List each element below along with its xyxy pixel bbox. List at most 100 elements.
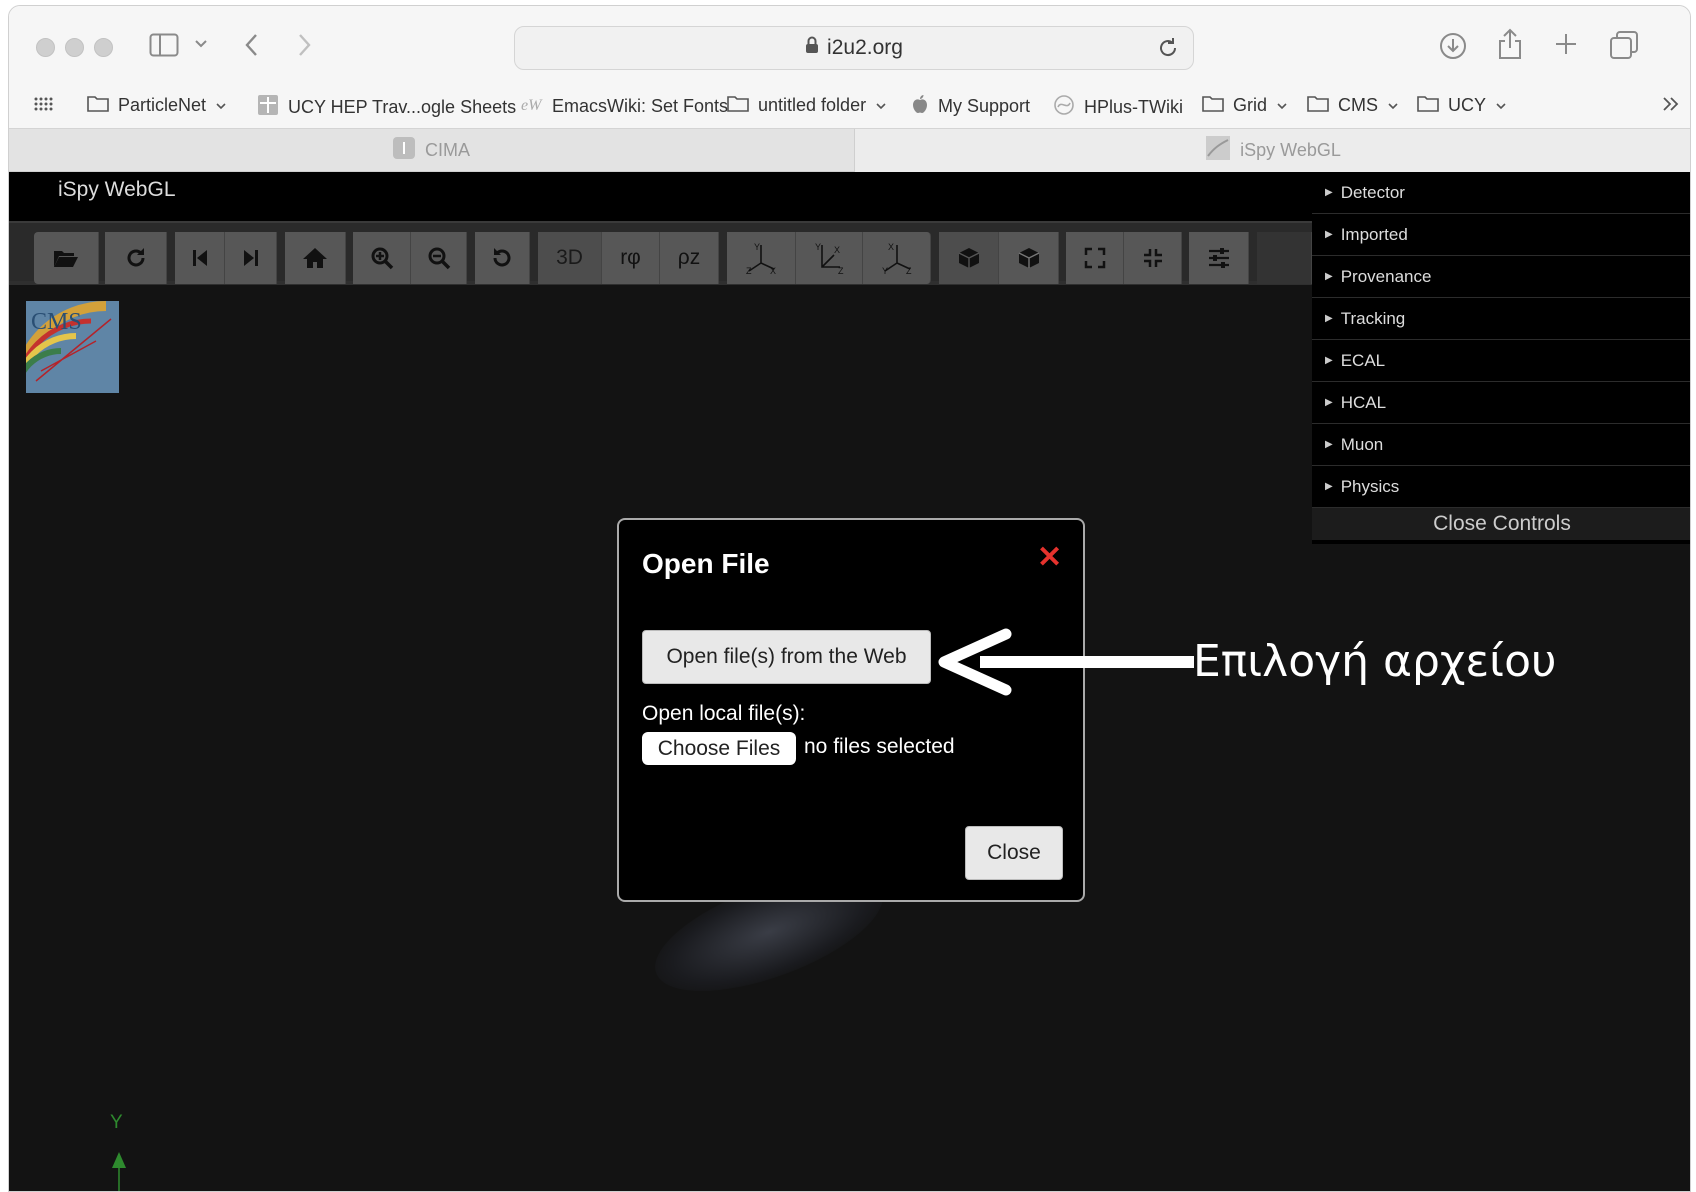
toolbar-overflow-button[interactable] (1257, 232, 1312, 284)
choose-files-button[interactable]: Choose Files (642, 732, 796, 765)
svg-text:Y: Y (815, 242, 821, 252)
section-label: Physics (1340, 476, 1400, 496)
expand-icon (1084, 247, 1106, 269)
controls-section-physics[interactable]: ▶ Physics (1312, 466, 1690, 508)
chevron-down-icon[interactable] (193, 36, 209, 52)
view-xy-axis-button[interactable]: Y Z X (727, 232, 796, 284)
settings-button[interactable] (1189, 232, 1249, 284)
view-xz-axis-button[interactable]: X Y Z (863, 232, 931, 284)
controls-panel: ▶ Detector ▶ Imported ▶ Provenance ▶ Trackin… (1312, 172, 1690, 544)
bookmark-emacswiki[interactable]: eW EmacsWiki: Set Fonts (521, 94, 728, 119)
new-tab-icon[interactable] (1554, 32, 1578, 56)
tab-label: iSpy WebGL (1240, 140, 1341, 160)
compress-icon (1142, 247, 1164, 269)
axes-xz-icon: X Y Z (880, 241, 914, 275)
controls-section-ecal[interactable]: ▶ ECAL (1312, 340, 1690, 382)
svg-text:Z: Z (746, 266, 752, 275)
home-button[interactable] (285, 232, 346, 284)
reload-event-button[interactable] (105, 232, 167, 284)
zoom-out-button[interactable] (411, 232, 467, 284)
bookmark-ucy-hep[interactable]: UCY HEP Trav...ogle Sheets (257, 94, 516, 121)
sidebar-toggle-icon[interactable] (149, 32, 179, 58)
share-icon[interactable] (1497, 28, 1523, 60)
bookmark-label: CMS (1338, 95, 1378, 115)
triangle-right-icon: ▶ (1325, 397, 1333, 408)
home-icon (302, 247, 328, 269)
controls-section-provenance[interactable]: ▶ Provenance (1312, 256, 1690, 298)
section-label: Muon (1340, 434, 1384, 454)
sliders-icon (1207, 247, 1231, 269)
controls-section-tracking[interactable]: ▶ Tracking (1312, 298, 1690, 340)
forward-icon[interactable] (294, 32, 314, 58)
section-label: Provenance (1340, 266, 1432, 286)
tab-cima[interactable]: CIMA (9, 129, 854, 172)
address-bar[interactable]: i2u2.org (514, 26, 1194, 70)
folder-icon (1202, 94, 1224, 117)
sheets-icon (257, 94, 279, 121)
open-file-button[interactable] (34, 232, 99, 284)
controls-section-hcal[interactable]: ▶ HCAL (1312, 382, 1690, 424)
tab-label: CIMA (425, 140, 470, 160)
bookmark-label: ParticleNet (118, 95, 207, 115)
section-label: Detector (1340, 182, 1405, 202)
file-selection-status: no files selected (804, 735, 955, 758)
back-icon[interactable] (242, 32, 262, 58)
next-event-button[interactable] (225, 232, 277, 284)
exit-fullscreen-button[interactable] (1124, 232, 1182, 284)
site-icon: eW (521, 94, 543, 119)
bookmark-label: Grid (1233, 95, 1268, 115)
tab-ispy-webgl[interactable]: iSpy WebGL (854, 129, 1690, 172)
tab-bar: CIMA iSpy WebGL (9, 128, 1690, 172)
apps-grid-icon[interactable] (33, 96, 53, 112)
dialog-close-button[interactable]: Close (965, 826, 1063, 880)
more-bookmarks-icon[interactable] (1661, 94, 1681, 114)
zoom-in-icon (370, 246, 394, 270)
bookmark-hplus-twiki[interactable]: HPlus-TWiki (1053, 94, 1183, 121)
bookmark-particlenet[interactable]: ParticleNet (87, 94, 227, 117)
perspective-button[interactable] (939, 232, 999, 284)
tab-favicon-icon (393, 137, 415, 164)
bookmark-my-support[interactable]: My Support (911, 94, 1030, 119)
folder-icon (87, 94, 109, 117)
bookmark-grid[interactable]: Grid (1202, 94, 1288, 117)
orthographic-button[interactable] (999, 232, 1059, 284)
controls-section-muon[interactable]: ▶ Muon (1312, 424, 1690, 466)
skip-forward-icon (242, 248, 260, 268)
download-icon[interactable] (1439, 32, 1467, 60)
controls-section-imported[interactable]: ▶ Imported (1312, 214, 1690, 256)
triangle-right-icon: ▶ (1325, 481, 1333, 492)
zoom-in-button[interactable] (353, 232, 411, 284)
controls-section-detector[interactable]: ▶ Detector (1312, 172, 1690, 214)
dialog-title: Open File (642, 548, 770, 579)
svg-text:Z: Z (838, 266, 844, 275)
view-rz-button[interactable]: ρz (660, 232, 719, 284)
bookmark-label: HPlus-TWiki (1084, 97, 1183, 117)
bookmark-untitled-folder[interactable]: untitled folder (727, 94, 887, 117)
close-controls-button[interactable]: Close Controls (1312, 508, 1690, 540)
minimize-window-button[interactable] (65, 38, 84, 57)
reload-icon[interactable] (1157, 37, 1179, 65)
folder-icon (727, 94, 749, 117)
zoom-window-button[interactable] (94, 38, 113, 57)
section-label: ECAL (1340, 350, 1386, 370)
reset-view-button[interactable] (475, 232, 530, 284)
bookmark-cms[interactable]: CMS (1307, 94, 1399, 117)
folder-icon (1307, 94, 1329, 117)
view-3d-button[interactable]: 3D (538, 232, 602, 284)
open-from-web-button[interactable]: Open file(s) from the Web (642, 630, 931, 684)
tab-overview-icon[interactable] (1609, 30, 1639, 60)
view-rphi-button[interactable]: rφ (602, 232, 660, 284)
fullscreen-button[interactable] (1066, 232, 1124, 284)
close-window-button[interactable] (36, 38, 55, 57)
close-icon[interactable]: ✕ (1037, 540, 1062, 575)
view-yz-axis-button[interactable]: Y Z X (796, 232, 863, 284)
view-rz-label: ρz (677, 246, 701, 269)
svg-text:Y: Y (882, 266, 888, 275)
bookmark-ucy[interactable]: UCY (1417, 94, 1507, 117)
cube-icon (957, 246, 981, 270)
chevron-down-icon (215, 95, 227, 116)
previous-event-button[interactable] (175, 232, 225, 284)
svg-text:CMS: CMS (31, 309, 82, 335)
chevron-down-icon (1387, 95, 1399, 116)
cms-logo: CMS (26, 301, 119, 393)
